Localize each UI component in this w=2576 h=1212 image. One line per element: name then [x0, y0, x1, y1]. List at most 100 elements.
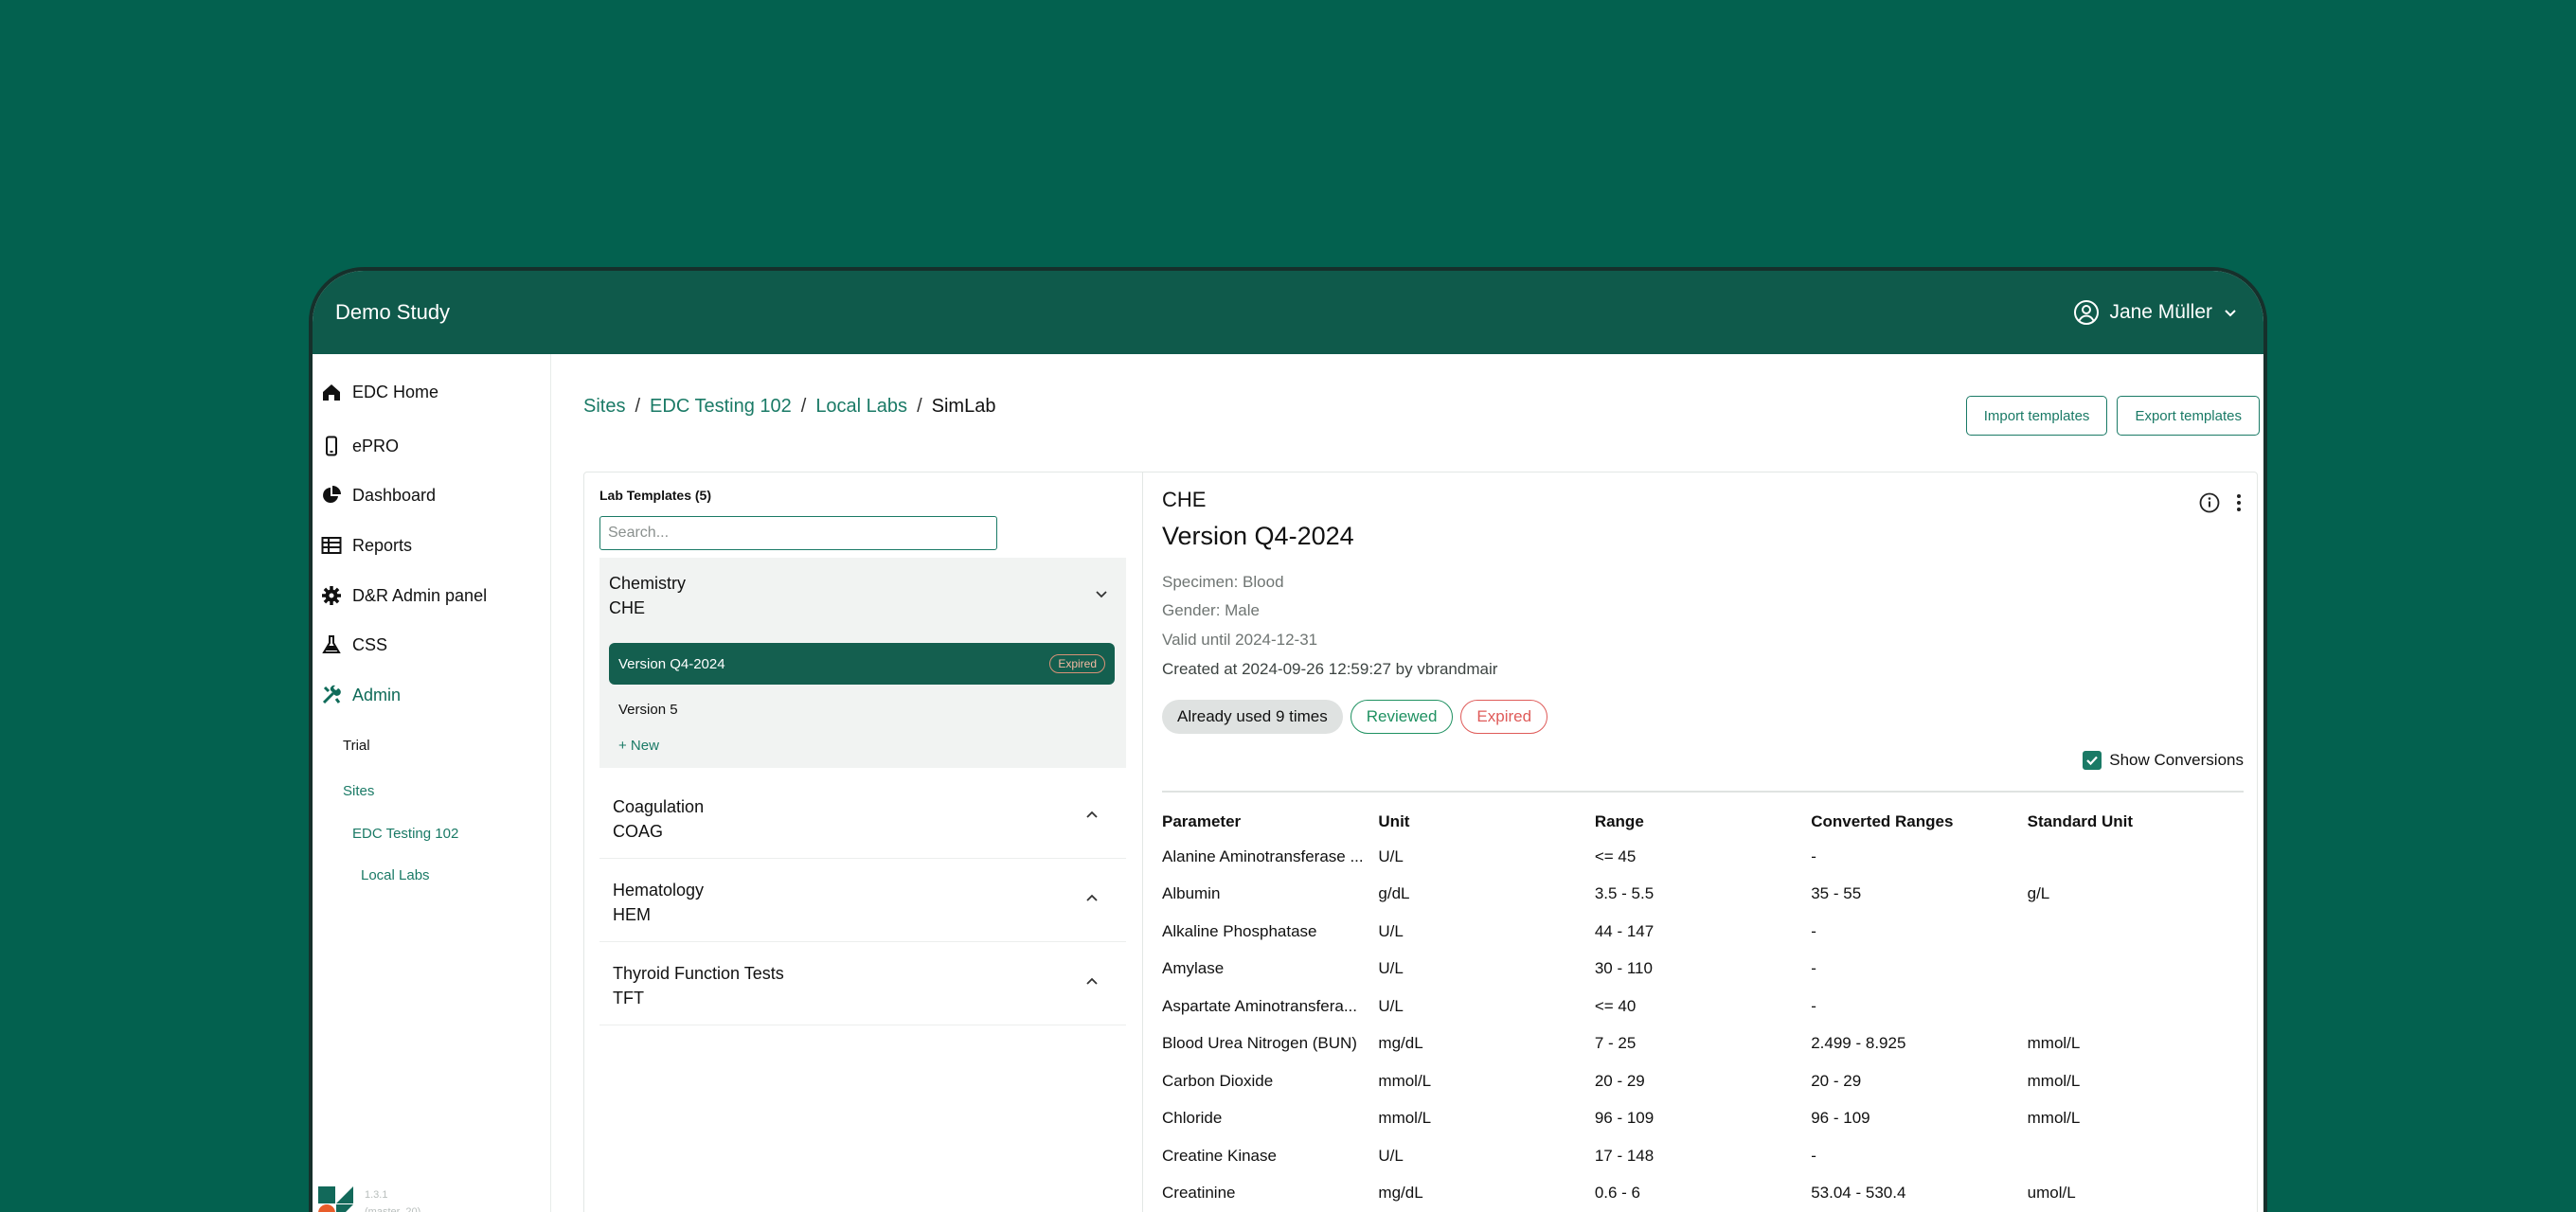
gear-icon — [320, 584, 343, 607]
table-row[interactable]: Chloride mmol/L 96 - 109 96 - 109 mmol/L — [1162, 1100, 2244, 1138]
converted-range-cell: - — [1811, 847, 1816, 865]
standard-unit-cell: mmol/L — [2027, 1109, 2081, 1128]
sidebar-item-label: Admin — [352, 685, 402, 704]
user-circle-icon — [2073, 299, 2100, 326]
sidebar: EDC Home ePRO Dashboard Reports D&R Admi… — [313, 354, 551, 1212]
sidebar-sub-item-edc-testing[interactable]: EDC Testing 102 — [352, 826, 458, 842]
created-text: Created at 2024-09-26 12:59:27 by vbrand… — [1162, 660, 1498, 678]
version-label: Version 5 — [618, 701, 678, 718]
breadcrumb-separator: / — [635, 396, 641, 417]
group-name: Chemistry — [609, 574, 687, 593]
group-name: Hematology — [613, 881, 705, 900]
info-icon[interactable] — [2198, 491, 2221, 519]
parameter-cell: Carbon Dioxide — [1162, 1071, 1274, 1090]
converted-range-cell: 96 - 109 — [1811, 1109, 1870, 1128]
range-cell: 0.6 - 6 — [1594, 1184, 1641, 1203]
column-header-parameter[interactable]: Parameter — [1162, 812, 1378, 831]
chevron-up-icon[interactable] — [1084, 974, 1100, 994]
converted-range-cell: 35 - 55 — [1811, 884, 1862, 903]
sidebar-item-edc-home[interactable]: EDC Home — [320, 381, 438, 403]
expired-badge: Expired — [1460, 700, 1548, 734]
unit-cell: mmol/L — [1378, 1109, 1432, 1128]
sidebar-sub-item-local-labs[interactable]: Local Labs — [361, 867, 430, 883]
group-code: HEM — [613, 905, 651, 924]
table-row[interactable]: Creatinine mg/dL 0.6 - 6 53.04 - 530.4 umol/… — [1162, 1175, 2244, 1212]
column-header-converted-ranges[interactable]: Converted Ranges — [1811, 812, 2027, 831]
converted-range-cell: 53.04 - 530.4 — [1811, 1184, 1906, 1203]
table-row[interactable]: Creatine Kinase U/L 17 - 148 - — [1162, 1137, 2244, 1175]
breadcrumb-sites[interactable]: Sites — [583, 396, 625, 418]
top-bar: Demo Study Jane Müller — [313, 271, 2263, 354]
version-label: Version Q4-2024 — [618, 655, 725, 672]
sidebar-item-admin[interactable]: Admin — [320, 684, 401, 706]
unit-cell: g/dL — [1378, 884, 1410, 903]
version-item[interactable]: Version 5 — [609, 688, 1115, 730]
tools-icon — [320, 684, 343, 706]
sidebar-sub-item-sites[interactable]: Sites — [343, 783, 374, 799]
lab-templates-title: Lab Templates (5) — [599, 488, 711, 503]
sidebar-item-css[interactable]: CSS — [320, 633, 387, 656]
column-header-standard-unit[interactable]: Standard Unit — [2028, 812, 2244, 831]
table-row[interactable]: Alanine Aminotransferase ... U/L <= 45 - — [1162, 838, 2244, 876]
export-templates-button[interactable]: Export templates — [2117, 396, 2260, 436]
usage-badge: Already used 9 times — [1162, 700, 1343, 734]
template-detail: CHE Version Q4-2024 Specimen: Blood Gend… — [1145, 472, 2257, 1212]
table-row[interactable]: Carbon Dioxide mmol/L 20 - 29 20 - 29 mmol/L — [1162, 1062, 2244, 1100]
divider — [1162, 791, 2244, 793]
unit-cell: U/L — [1378, 996, 1404, 1015]
table-row[interactable]: Aspartate Aminotransfera... U/L <= 40 - — [1162, 988, 2244, 1025]
sidebar-item-dr-admin[interactable]: D&R Admin panel — [320, 584, 487, 607]
search-input[interactable] — [599, 516, 997, 550]
chevron-down-icon[interactable] — [1094, 586, 1109, 606]
new-version-link[interactable]: + New — [618, 738, 659, 754]
group-header[interactable]: Chemistry CHE — [609, 571, 686, 620]
sidebar-item-epro[interactable]: ePRO — [320, 435, 399, 457]
column-header-unit[interactable]: Unit — [1378, 812, 1594, 831]
study-title[interactable]: Demo Study — [335, 300, 450, 325]
group-name: Thyroid Function Tests — [613, 964, 784, 983]
sidebar-item-label: D&R Admin panel — [352, 585, 488, 605]
show-conversions-toggle[interactable]: Show Conversions — [2083, 751, 2244, 770]
table-row[interactable]: Albumin g/dL 3.5 - 5.5 35 - 55 g/L — [1162, 876, 2244, 914]
converted-range-cell: - — [1811, 959, 1816, 978]
template-list: Lab Templates (5) Chemistry CHE Version … — [584, 472, 1143, 1212]
breadcrumb-local-labs[interactable]: Local Labs — [815, 396, 907, 418]
template-group-hematology[interactable]: Hematology HEM — [599, 868, 1126, 942]
unit-cell: mg/dL — [1378, 1184, 1423, 1203]
sidebar-item-label: Reports — [352, 535, 413, 555]
more-vertical-icon[interactable] — [2234, 491, 2244, 519]
template-group-thyroid[interactable]: Thyroid Function Tests TFT — [599, 952, 1126, 1025]
pie-chart-icon — [320, 484, 343, 507]
reviewed-badge: Reviewed — [1350, 700, 1454, 734]
table-icon — [320, 534, 343, 557]
table-row[interactable]: Blood Urea Nitrogen (BUN) mg/dL 7 - 25 2.49… — [1162, 1025, 2244, 1063]
sidebar-item-dashboard[interactable]: Dashboard — [320, 484, 436, 507]
user-menu[interactable]: Jane Müller — [2073, 299, 2239, 326]
version-item-selected[interactable]: Version Q4-2024 Expired — [609, 643, 1115, 685]
chevron-up-icon[interactable] — [1084, 891, 1100, 911]
chevron-up-icon[interactable] — [1084, 808, 1100, 828]
breadcrumb-site[interactable]: EDC Testing 102 — [650, 396, 792, 418]
parameter-cell: Creatinine — [1162, 1184, 1236, 1203]
table-row[interactable]: Alkaline Phosphatase U/L 44 - 147 - — [1162, 913, 2244, 951]
sidebar-sub-item-trial[interactable]: Trial — [343, 738, 370, 754]
specimen-text: Specimen: Blood — [1162, 573, 1284, 591]
table-row[interactable]: Amylase U/L 30 - 110 - — [1162, 951, 2244, 989]
standard-unit-cell: mmol/L — [2027, 1034, 2081, 1053]
column-header-range[interactable]: Range — [1595, 812, 1811, 831]
table-header-row: Parameter Unit Range Converted Ranges St… — [1162, 806, 2244, 838]
template-group-coagulation[interactable]: Coagulation COAG — [599, 785, 1126, 859]
breadcrumb-separator: / — [917, 396, 922, 417]
template-version-title: Version Q4-2024 — [1162, 522, 1354, 550]
standard-unit-cell: umol/L — [2027, 1184, 2076, 1203]
valid-until-text: Valid until 2024-12-31 — [1162, 631, 1318, 649]
sidebar-item-reports[interactable]: Reports — [320, 534, 412, 557]
show-conversions-checkbox[interactable] — [2083, 751, 2102, 770]
unit-cell: U/L — [1378, 959, 1404, 978]
phone-icon — [320, 435, 343, 457]
converted-range-cell: 20 - 29 — [1811, 1071, 1862, 1090]
import-templates-button[interactable]: Import templates — [1965, 396, 2108, 436]
parameter-table: Parameter Unit Range Converted Ranges St… — [1162, 806, 2244, 1212]
converted-range-cell: - — [1811, 921, 1816, 940]
breadcrumb: Sites / EDC Testing 102 / Local Labs / S… — [583, 396, 995, 418]
